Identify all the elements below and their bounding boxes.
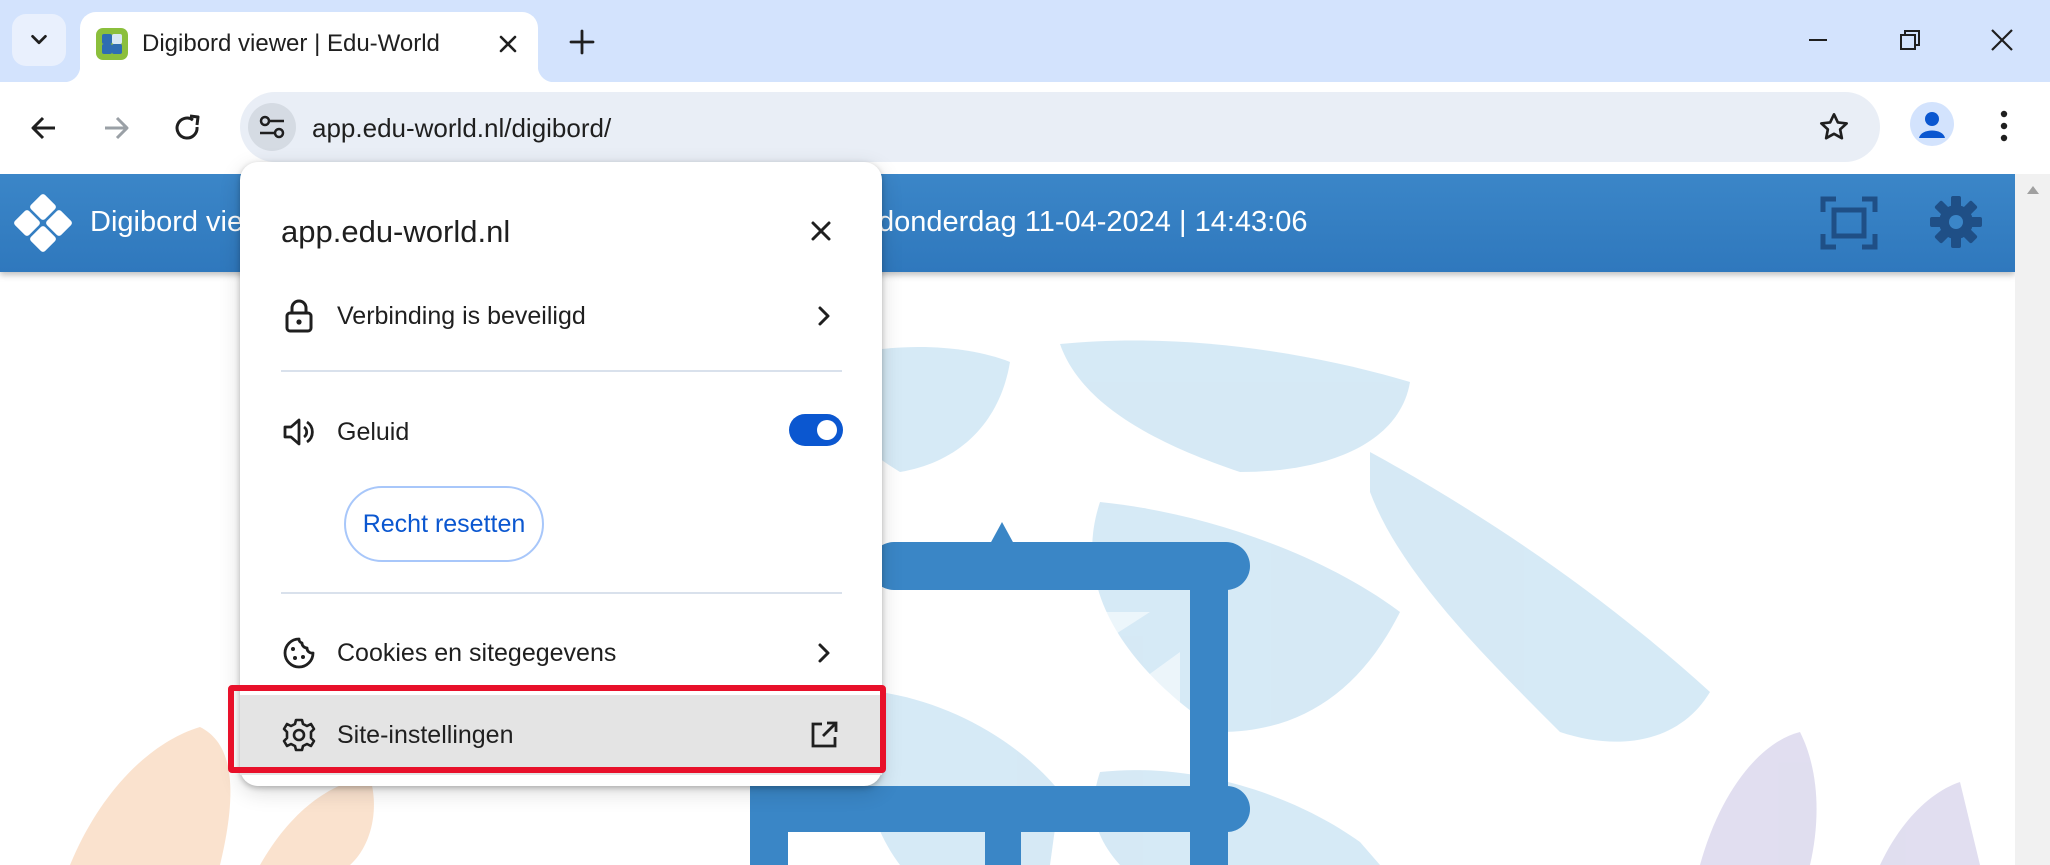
digibord-logo-icon <box>14 194 72 252</box>
minimize-icon <box>1809 39 1827 41</box>
popup-close-button[interactable] <box>800 210 842 252</box>
highlight-annotation <box>228 685 886 773</box>
close-tab-button[interactable] <box>490 26 526 62</box>
connection-label: Verbinding is beveiligd <box>337 302 586 330</box>
browser-toolbar: app.edu-world.nl/digibord/ <box>0 82 2050 174</box>
tab-title: Digibord viewer | Edu-World <box>142 30 440 57</box>
popup-title: app.edu-world.nl <box>281 214 511 249</box>
restore-icon <box>1900 30 1920 50</box>
speaker-icon <box>280 413 318 451</box>
close-window-button[interactable] <box>1972 14 2032 66</box>
edu-world-favicon-icon <box>96 28 128 60</box>
chevron-right-icon <box>806 298 842 334</box>
chevron-down-icon <box>31 34 47 45</box>
forward-button[interactable] <box>92 104 140 152</box>
close-icon <box>499 35 517 53</box>
profile-button[interactable] <box>1910 102 1954 146</box>
fullscreen-icon[interactable] <box>1820 196 1878 250</box>
new-tab-button[interactable] <box>560 20 604 64</box>
gear-icon[interactable] <box>1928 194 1984 250</box>
browser-menu-button[interactable] <box>1980 102 2028 150</box>
arrow-left-icon <box>31 116 55 140</box>
tune-icon <box>259 115 285 139</box>
divider <box>281 592 842 594</box>
scroll-up-button[interactable] <box>2015 174 2050 206</box>
address-bar[interactable]: app.edu-world.nl/digibord/ <box>240 92 1880 162</box>
tab-search-button[interactable] <box>12 14 66 66</box>
reset-permission-button[interactable]: Recht resetten <box>344 486 544 562</box>
sound-row: Geluid <box>240 394 882 470</box>
reload-button[interactable] <box>164 104 212 152</box>
url-text[interactable]: app.edu-world.nl/digibord/ <box>312 113 611 144</box>
lock-icon <box>280 297 318 335</box>
person-icon <box>1919 112 1945 138</box>
more-vert-icon <box>2000 110 2008 142</box>
arrow-right-icon <box>105 116 129 140</box>
chevron-right-icon <box>806 635 842 671</box>
restore-button[interactable] <box>1880 14 1940 66</box>
close-icon <box>811 221 831 241</box>
site-info-button[interactable] <box>248 103 296 151</box>
cookies-label: Cookies en sitegegevens <box>337 639 617 667</box>
back-button[interactable] <box>20 104 68 152</box>
sound-label: Geluid <box>337 418 410 446</box>
plus-icon <box>569 29 595 55</box>
sound-toggle[interactable] <box>789 414 843 446</box>
bookmark-button[interactable] <box>1812 105 1856 149</box>
reload-icon <box>175 114 200 140</box>
active-tab[interactable]: Digibord viewer | Edu-World <box>64 12 554 82</box>
triangle-up-icon <box>2026 186 2039 194</box>
star-icon <box>1820 113 1848 140</box>
cookies-row[interactable]: Cookies en sitegegevens <box>240 615 882 691</box>
connection-row[interactable]: Verbinding is beveiligd <box>240 278 882 354</box>
minimize-button[interactable] <box>1788 14 1848 66</box>
cookie-icon <box>280 634 318 672</box>
page-scrollbar[interactable] <box>2015 174 2050 865</box>
close-icon <box>1991 29 2013 51</box>
divider <box>281 370 842 372</box>
tab-strip: Digibord viewer | Edu-World <box>0 0 2050 82</box>
app-datetime: donderdag 11-04-2024 | 14:43:06 <box>878 206 1308 238</box>
